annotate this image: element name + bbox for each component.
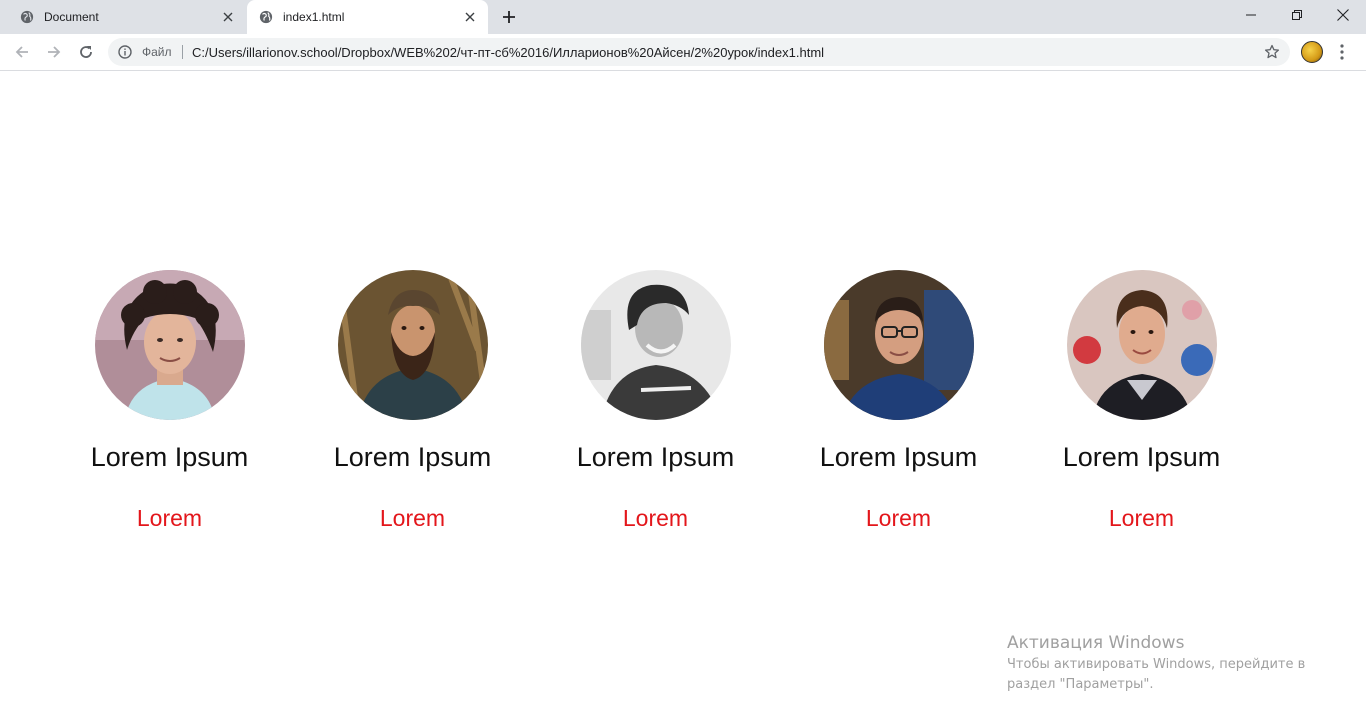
tab-title: index1.html xyxy=(283,10,345,24)
three-dots-icon[interactable] xyxy=(1334,42,1350,62)
member-name: Lorem Ipsum xyxy=(1062,442,1221,472)
address-bar[interactable]: Файл C:/Users/illarionov.school/Dropbox/… xyxy=(108,38,1290,66)
new-tab-button[interactable] xyxy=(498,6,520,28)
member-role: Lorem xyxy=(136,505,203,531)
forward-button[interactable] xyxy=(42,40,66,64)
tab-document[interactable]: Document xyxy=(8,0,246,34)
divider xyxy=(182,45,183,59)
arrow-right-icon xyxy=(48,46,61,58)
tab-title: Document xyxy=(44,10,99,24)
curly-hair-man-portrait xyxy=(95,270,245,420)
member-role: Lorem xyxy=(622,505,689,531)
bearded-man-portrait xyxy=(338,270,488,420)
windows-activation-watermark: Активация Windows Чтобы активировать Win… xyxy=(1007,632,1347,695)
avatar xyxy=(581,270,731,420)
restore-icon xyxy=(1292,10,1302,20)
minimize-icon xyxy=(1246,14,1256,16)
back-button[interactable] xyxy=(10,40,34,64)
globe-icon xyxy=(20,10,34,24)
man-with-glasses-portrait xyxy=(824,270,974,420)
young-man-plaid-shirt-portrait xyxy=(1067,270,1217,420)
team-member-card: Lorem Ipsum Lorem xyxy=(1020,270,1263,540)
close-window-button[interactable] xyxy=(1320,0,1366,30)
team-member-card: Lorem Ipsum Lorem xyxy=(291,270,534,540)
member-name: Lorem Ipsum xyxy=(90,442,249,472)
tab-strip: Document index1.html xyxy=(0,0,1366,34)
close-tab-icon[interactable] xyxy=(462,9,478,25)
member-name: Lorem Ipsum xyxy=(819,442,978,472)
globe-icon xyxy=(259,10,273,24)
member-role: Lorem xyxy=(1108,505,1175,531)
activation-title: Активация Windows xyxy=(1007,633,1185,653)
avatar xyxy=(95,270,245,420)
tab-index1[interactable]: index1.html xyxy=(247,0,488,34)
browser-toolbar: Файл C:/Users/illarionov.school/Dropbox/… xyxy=(0,34,1366,71)
team-section: Lorem Ipsum Lorem Lorem Ipsum Lorem Lore… xyxy=(48,270,1268,540)
activation-body: Чтобы активировать Windows, перейдите в … xyxy=(1007,657,1306,692)
member-role: Lorem xyxy=(865,505,932,531)
bw-smiling-man-portrait xyxy=(581,270,731,420)
arrow-left-icon xyxy=(15,46,28,58)
scheme-label: Файл xyxy=(142,45,172,59)
profile-avatar[interactable] xyxy=(1301,41,1323,63)
plus-icon xyxy=(503,11,515,23)
close-icon xyxy=(1337,9,1349,21)
team-member-card: Lorem Ipsum Lorem xyxy=(48,270,291,540)
reload-button[interactable] xyxy=(74,40,98,64)
info-icon[interactable] xyxy=(118,45,132,59)
member-name: Lorem Ipsum xyxy=(576,442,735,472)
restore-button[interactable] xyxy=(1274,0,1320,30)
team-member-card: Lorem Ipsum Lorem xyxy=(534,270,777,540)
minimize-button[interactable] xyxy=(1228,0,1274,30)
reload-icon xyxy=(80,46,92,58)
close-tab-icon[interactable] xyxy=(220,9,236,25)
star-icon[interactable] xyxy=(1264,44,1280,60)
avatar xyxy=(824,270,974,420)
avatar xyxy=(338,270,488,420)
member-role: Lorem xyxy=(379,505,446,531)
avatar xyxy=(1067,270,1217,420)
url-text[interactable]: C:/Users/illarionov.school/Dropbox/WEB%2… xyxy=(192,45,824,60)
team-member-card: Lorem Ipsum Lorem xyxy=(777,270,1020,540)
member-name: Lorem Ipsum xyxy=(333,442,492,472)
